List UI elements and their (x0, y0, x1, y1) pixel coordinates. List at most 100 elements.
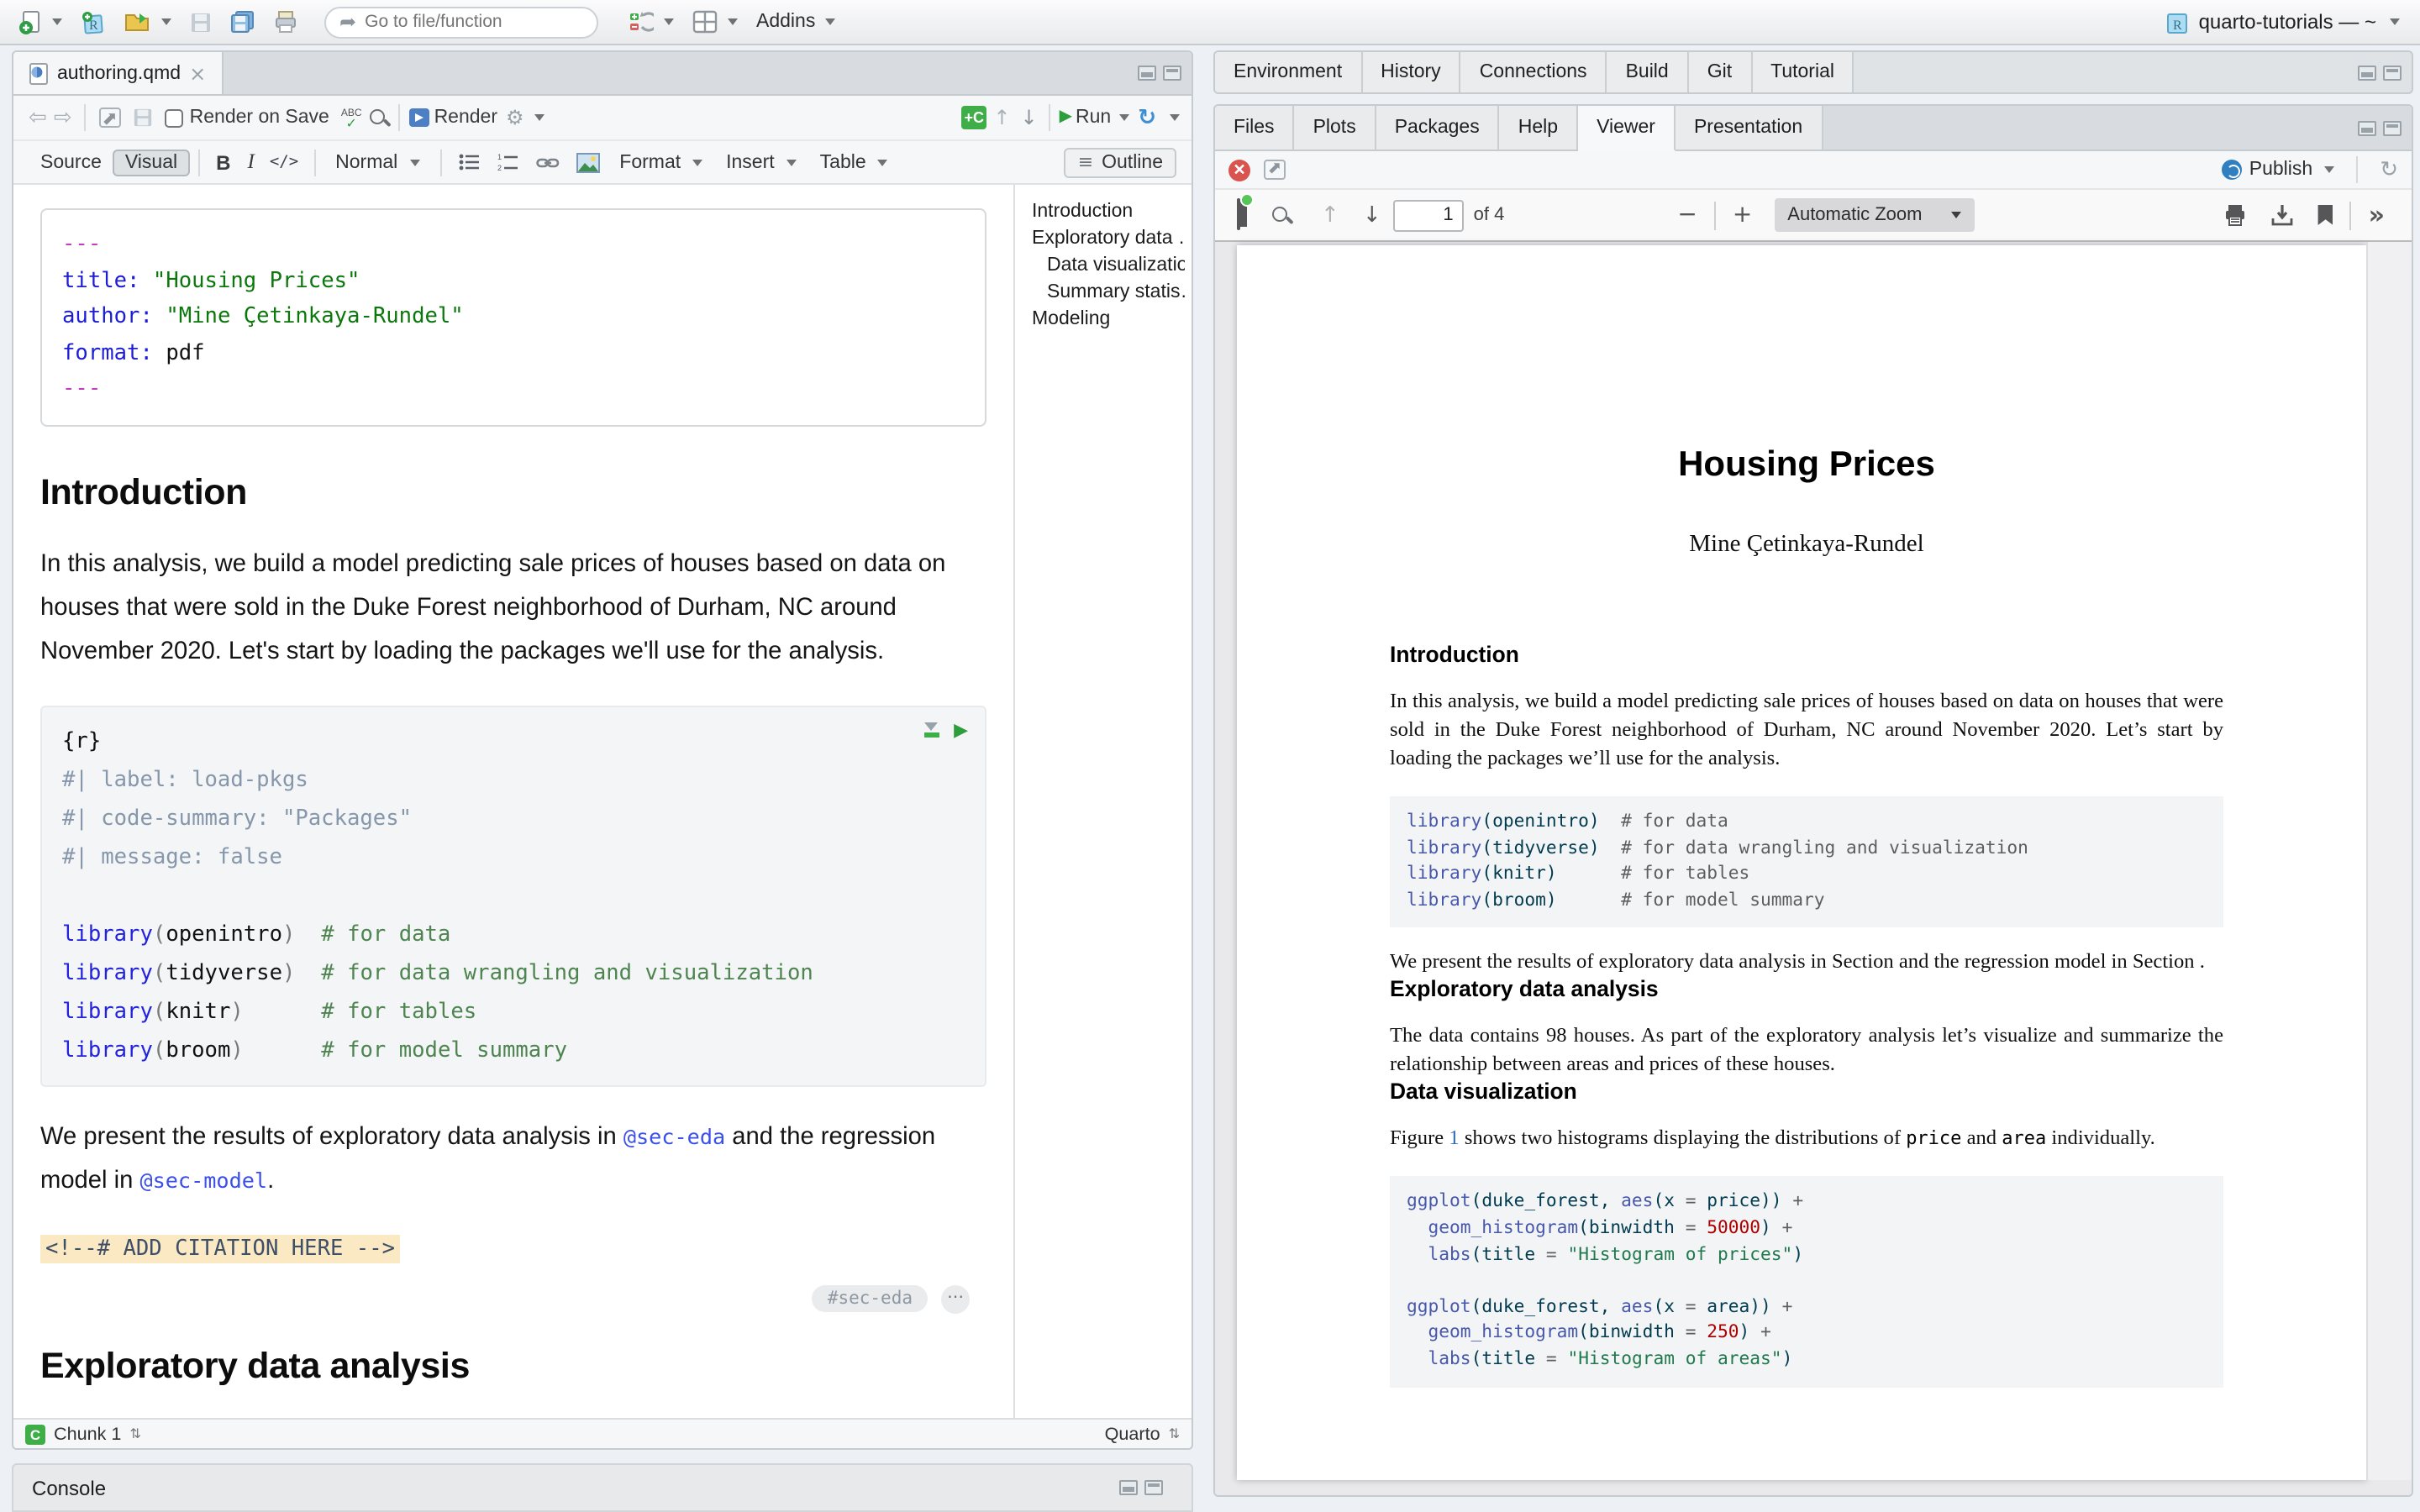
code-chunk-load-pkgs[interactable]: {r} #| label: load-pkgs #| code-summary:… (40, 705, 986, 1086)
save-button[interactable] (185, 8, 217, 36)
tab-tutorial[interactable]: Tutorial (1752, 52, 1854, 92)
pdf-zoom-out-icon[interactable] (1677, 203, 1697, 227)
yaml-metadata-block[interactable]: --- title: "Housing Prices" author: "Min… (40, 208, 986, 426)
visual-editor-document[interactable]: --- title: "Housing Prices" author: "Min… (13, 185, 1013, 1418)
chunk-spinner-icon[interactable] (129, 1427, 140, 1441)
tab-connections[interactable]: Connections (1461, 52, 1607, 92)
numbered-list-icon[interactable]: 12 (497, 153, 518, 171)
run-chunk-icon[interactable] (954, 720, 968, 738)
tab-viewer[interactable]: Viewer (1578, 106, 1676, 151)
spellcheck-icon[interactable]: ABC ✓ (341, 108, 362, 127)
rerun-icon[interactable] (1138, 107, 1156, 129)
table-menu[interactable]: Table (808, 149, 900, 176)
publish-button[interactable]: Publish (2223, 160, 2334, 180)
project-menu-button[interactable]: R quarto-tutorials — ~ (2159, 6, 2407, 38)
console-minimize-icon[interactable] (1119, 1480, 1138, 1495)
render-options-gear-icon[interactable] (506, 108, 524, 128)
italic-button[interactable]: I (239, 150, 262, 175)
stop-viewer-icon[interactable]: ✕ (1228, 159, 1250, 181)
pdf-zoom-in-icon[interactable] (1733, 203, 1752, 227)
viewer-minimize-icon[interactable] (2358, 120, 2376, 135)
viewer-popout-icon[interactable] (1264, 160, 1286, 180)
pdf-download-icon[interactable] (2271, 203, 2295, 227)
console-title[interactable]: Console (32, 1476, 106, 1499)
render-on-save-toggle[interactable]: Render on Save (165, 108, 329, 128)
maximize-pane-icon[interactable] (1163, 66, 1181, 81)
tab-environment[interactable]: Environment (1215, 52, 1362, 92)
pdf-page-input[interactable] (1393, 199, 1464, 231)
run-button[interactable]: Run (1076, 108, 1111, 128)
pdf-search-icon[interactable] (1270, 204, 1292, 226)
chunk-actions (923, 720, 968, 738)
section-options-button[interactable] (941, 1284, 970, 1313)
run-chunks-above-icon[interactable] (923, 722, 939, 737)
image-icon[interactable] (576, 152, 599, 172)
popout-icon[interactable] (99, 108, 121, 128)
document-format-label[interactable]: Quarto (1105, 1424, 1160, 1444)
format-spinner-icon[interactable] (1169, 1427, 1180, 1441)
env-maximize-icon[interactable] (2383, 65, 2402, 80)
goto-file-input[interactable] (365, 12, 566, 32)
pdf-zoom-select[interactable]: Automatic Zoom (1774, 198, 1974, 232)
pdf-tools-expand-icon[interactable] (2369, 202, 2385, 228)
back-icon[interactable] (29, 107, 47, 129)
addins-button[interactable]: Addins (751, 8, 840, 35)
pdf-viewer-area[interactable]: Housing Prices Mine Çetinkaya-Rundel Int… (1215, 242, 2412, 1495)
visual-mode-button[interactable]: Visual (113, 149, 189, 176)
code-format-button[interactable]: </> (263, 153, 305, 171)
open-file-button[interactable] (119, 7, 176, 37)
go-next-section-icon[interactable] (1020, 108, 1037, 128)
tab-git[interactable]: Git (1689, 52, 1752, 92)
minimize-pane-icon[interactable] (1138, 66, 1156, 81)
console-maximize-icon[interactable] (1144, 1480, 1163, 1495)
outline-item-modeling[interactable]: Modeling (1032, 306, 1185, 333)
tab-files[interactable]: Files (1215, 106, 1295, 150)
go-prev-section-icon[interactable] (993, 108, 1010, 128)
chunk-position-label[interactable]: Chunk 1 (54, 1424, 121, 1444)
tab-presentation[interactable]: Presentation (1676, 106, 1823, 150)
tab-close-icon[interactable] (189, 63, 206, 83)
new-file-button[interactable] (13, 6, 67, 38)
outline-item-introduction[interactable]: Introduction (1032, 198, 1185, 225)
outline-item-data-visualization[interactable]: Data visualization (1032, 252, 1185, 279)
link-icon[interactable] (535, 152, 559, 172)
pdf-scrollbar[interactable] (2366, 242, 2412, 1480)
find-replace-icon[interactable] (369, 107, 391, 129)
pdf-print-icon[interactable] (2224, 203, 2248, 227)
goto-file-box[interactable]: ➦ (324, 6, 598, 38)
workspace-panes-button[interactable] (687, 7, 743, 37)
render-on-save-checkbox[interactable] (165, 108, 183, 127)
insert-menu[interactable]: Insert (714, 149, 808, 176)
save-doc-icon[interactable] (133, 108, 153, 128)
new-project-button[interactable]: R (76, 6, 111, 38)
env-minimize-icon[interactable] (2358, 65, 2376, 80)
print-button[interactable] (269, 7, 302, 37)
insert-chunk-button[interactable]: +C (961, 106, 986, 129)
paragraph-style-dropdown[interactable]: Normal (324, 149, 431, 176)
bullet-list-icon[interactable] (458, 153, 480, 171)
pdf-sidebar-toggle[interactable] (1237, 200, 1247, 230)
tab-history[interactable]: History (1362, 52, 1461, 92)
outline-toggle-button[interactable]: Outline (1065, 147, 1176, 177)
crossref-paragraph: We present the results of exploratory da… (40, 1115, 986, 1202)
version-control-button[interactable] (623, 6, 679, 38)
tab-packages[interactable]: Packages (1376, 106, 1500, 150)
tab-help[interactable]: Help (1500, 106, 1578, 150)
pdf-bookmark-icon[interactable] (2318, 205, 2333, 225)
pdf-prev-page-icon[interactable] (1321, 204, 1339, 226)
forward-icon[interactable] (54, 107, 72, 129)
tab-authoring-qmd[interactable]: authoring.qmd (13, 52, 223, 94)
format-menu[interactable]: Format (608, 149, 714, 176)
tab-build[interactable]: Build (1607, 52, 1689, 92)
viewer-refresh-icon[interactable] (2380, 159, 2398, 181)
bold-button[interactable]: B (208, 150, 239, 174)
save-all-button[interactable] (225, 7, 260, 37)
outline-item-eda[interactable]: Exploratory data … (1032, 225, 1185, 252)
pdf-next-page-icon[interactable] (1363, 204, 1381, 226)
tab-plots[interactable]: Plots (1295, 106, 1376, 150)
source-mode-button[interactable]: Source (29, 149, 113, 176)
outline-item-summary-statistics[interactable]: Summary statis… (1032, 279, 1185, 306)
insert-caret (786, 159, 797, 165)
viewer-maximize-icon[interactable] (2383, 120, 2402, 135)
render-button[interactable]: Render (434, 108, 497, 128)
